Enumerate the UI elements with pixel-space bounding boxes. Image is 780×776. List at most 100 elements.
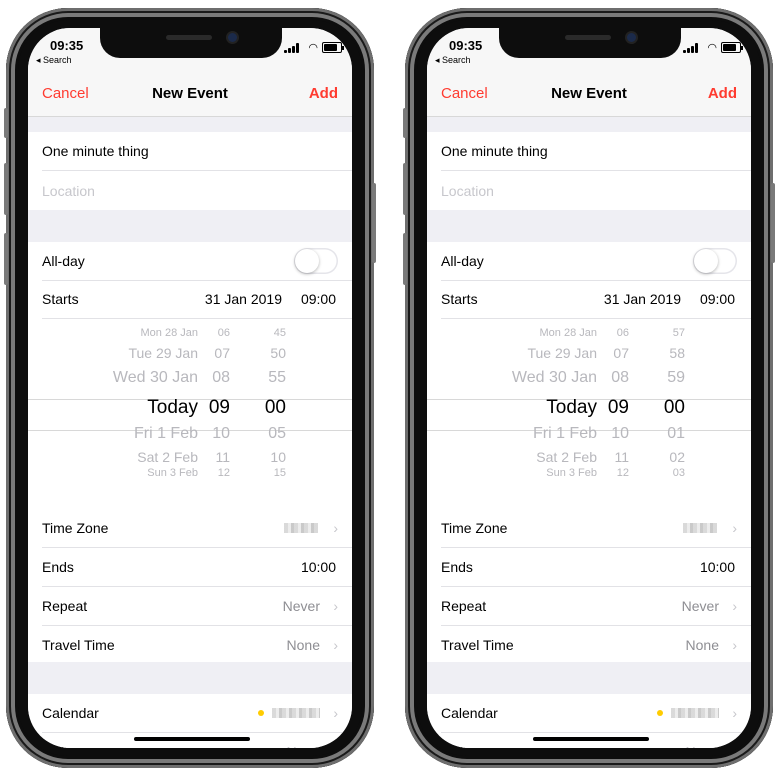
repeat-row[interactable]: Repeat Never ›: [42, 587, 352, 626]
picker-dates-item[interactable]: Fri 1 Feb: [58, 425, 198, 443]
picker-minutes-item[interactable]: 10: [254, 449, 286, 465]
chevron-right-icon: ›: [333, 598, 338, 614]
calendar-value-redacted: [272, 708, 320, 718]
picker-dates-item[interactable]: Wed 30 Jan: [457, 369, 597, 387]
picker-dates-item[interactable]: Sun 3 Feb: [58, 467, 198, 479]
date-time-picker[interactable]: Mon 28 Jan Tue 29 Jan Wed 30 Jan Today Fri 1…: [427, 319, 751, 509]
ends-row[interactable]: Ends 10:00: [42, 548, 352, 587]
timezone-label: Time Zone: [42, 520, 109, 536]
chevron-right-icon: ›: [732, 520, 737, 536]
picker-hours-item[interactable]: 09: [597, 397, 629, 419]
picker-hours-item[interactable]: 09: [198, 397, 230, 419]
picker-hours-item[interactable]: 07: [198, 345, 230, 361]
allday-toggle[interactable]: [693, 248, 737, 274]
picker-hours-item[interactable]: 12: [198, 467, 230, 479]
battery-icon: [721, 42, 743, 53]
picker-dates-item[interactable]: Fri 1 Feb: [457, 425, 597, 443]
back-to-search-link[interactable]: ◂ Search: [435, 55, 471, 66]
travel-time-row[interactable]: Travel Time None ›: [441, 626, 751, 664]
picker-dates-item[interactable]: Wed 30 Jan: [58, 369, 198, 387]
picker-minutes-item[interactable]: 02: [653, 449, 685, 465]
repeat-row[interactable]: Repeat Never ›: [441, 587, 751, 626]
calendar-row[interactable]: Calendar ›: [42, 694, 352, 733]
ends-time[interactable]: 10:00: [700, 559, 735, 575]
picker-dates-item[interactable]: Sun 3 Feb: [457, 467, 597, 479]
travel-time-value: None: [685, 637, 719, 653]
volume-up-button: [403, 163, 407, 215]
ends-row[interactable]: Ends 10:00: [441, 548, 751, 587]
picker-minutes-item[interactable]: 00: [653, 397, 685, 419]
home-indicator[interactable]: [533, 737, 649, 741]
picker-hours-item[interactable]: 10: [198, 425, 230, 443]
travel-time-row[interactable]: Travel Time None ›: [42, 626, 352, 664]
picker-dates-item[interactable]: Mon 28 Jan: [58, 327, 198, 339]
calendar-row[interactable]: Calendar ›: [441, 694, 751, 733]
picker-dates-item[interactable]: Today: [457, 397, 597, 419]
picker-hours-item[interactable]: 06: [597, 327, 629, 339]
picker-dates-item[interactable]: Mon 28 Jan: [457, 327, 597, 339]
event-title-value: One minute thing: [441, 143, 548, 159]
picker-dates-item[interactable]: Tue 29 Jan: [58, 345, 198, 361]
picker-dates-item[interactable]: Today: [58, 397, 198, 419]
event-title-field[interactable]: One minute thing: [441, 132, 751, 171]
event-title-value: One minute thing: [42, 143, 149, 159]
notch: [499, 28, 681, 58]
picker-minutes-item[interactable]: 50: [254, 345, 286, 361]
timezone-value-redacted: [284, 523, 318, 533]
page-title: New Event: [551, 85, 627, 102]
picker-minutes-item[interactable]: 00: [254, 397, 286, 419]
event-title-field[interactable]: One minute thing: [42, 132, 352, 171]
picker-minutes-item[interactable]: 57: [653, 327, 685, 339]
starts-row[interactable]: Starts 31 Jan 2019 09:00: [42, 280, 352, 319]
picker-minutes-item[interactable]: 45: [254, 327, 286, 339]
starts-date[interactable]: 31 Jan 2019: [205, 291, 282, 307]
picker-hours-item[interactable]: 08: [597, 369, 629, 387]
picker-minutes-item[interactable]: 58: [653, 345, 685, 361]
add-button[interactable]: Add: [708, 85, 737, 102]
location-field[interactable]: Location: [441, 172, 751, 210]
chevron-right-icon: ›: [732, 598, 737, 614]
picker-minutes-item[interactable]: 05: [254, 425, 286, 443]
picker-hours-item[interactable]: 11: [597, 449, 629, 465]
starts-time[interactable]: 09:00: [301, 291, 336, 307]
starts-date[interactable]: 31 Jan 2019: [604, 291, 681, 307]
picker-minutes-item[interactable]: 03: [653, 467, 685, 479]
picker-hours-item[interactable]: 07: [597, 345, 629, 361]
starts-time[interactable]: 09:00: [700, 291, 735, 307]
back-to-search-link[interactable]: ◂ Search: [36, 55, 72, 66]
picker-hours-item[interactable]: 11: [198, 449, 230, 465]
picker-hours-item[interactable]: 12: [597, 467, 629, 479]
picker-hours-item[interactable]: 06: [198, 327, 230, 339]
add-button[interactable]: Add: [309, 85, 338, 102]
location-placeholder: Location: [441, 183, 494, 199]
allday-row: All-day: [441, 242, 751, 281]
chevron-right-icon: ›: [732, 637, 737, 653]
timezone-row[interactable]: Time Zone ›: [42, 509, 352, 548]
picker-dates-item[interactable]: Sat 2 Feb: [58, 449, 198, 465]
date-time-picker[interactable]: Mon 28 Jan Tue 29 Jan Wed 30 Jan Today Fri 1…: [28, 319, 352, 509]
allday-toggle[interactable]: [294, 248, 338, 274]
starts-row[interactable]: Starts 31 Jan 2019 09:00: [441, 280, 751, 319]
home-indicator[interactable]: [134, 737, 250, 741]
picker-minutes-item[interactable]: 59: [653, 369, 685, 387]
picker-minutes-item[interactable]: 15: [254, 467, 286, 479]
allday-label: All-day: [441, 253, 484, 269]
camera-icon: [228, 33, 237, 42]
repeat-label: Repeat: [42, 598, 88, 614]
wifi-icon: ◠: [707, 42, 717, 54]
picker-dates-item[interactable]: Tue 29 Jan: [457, 345, 597, 361]
starts-label: Starts: [42, 291, 79, 307]
picker-minutes-item[interactable]: 01: [653, 425, 685, 443]
location-field[interactable]: Location: [42, 172, 352, 210]
location-placeholder: Location: [42, 183, 95, 199]
allday-row: All-day: [42, 242, 352, 281]
timezone-row[interactable]: Time Zone ›: [441, 509, 751, 548]
picker-hours-item[interactable]: 10: [597, 425, 629, 443]
picker-hours-item[interactable]: 08: [198, 369, 230, 387]
ends-time[interactable]: 10:00: [301, 559, 336, 575]
calendar-value-redacted: [671, 708, 719, 718]
picker-minutes-item[interactable]: 55: [254, 369, 286, 387]
mute-switch: [4, 108, 8, 138]
picker-dates-item[interactable]: Sat 2 Feb: [457, 449, 597, 465]
chevron-right-icon: ›: [333, 637, 338, 653]
